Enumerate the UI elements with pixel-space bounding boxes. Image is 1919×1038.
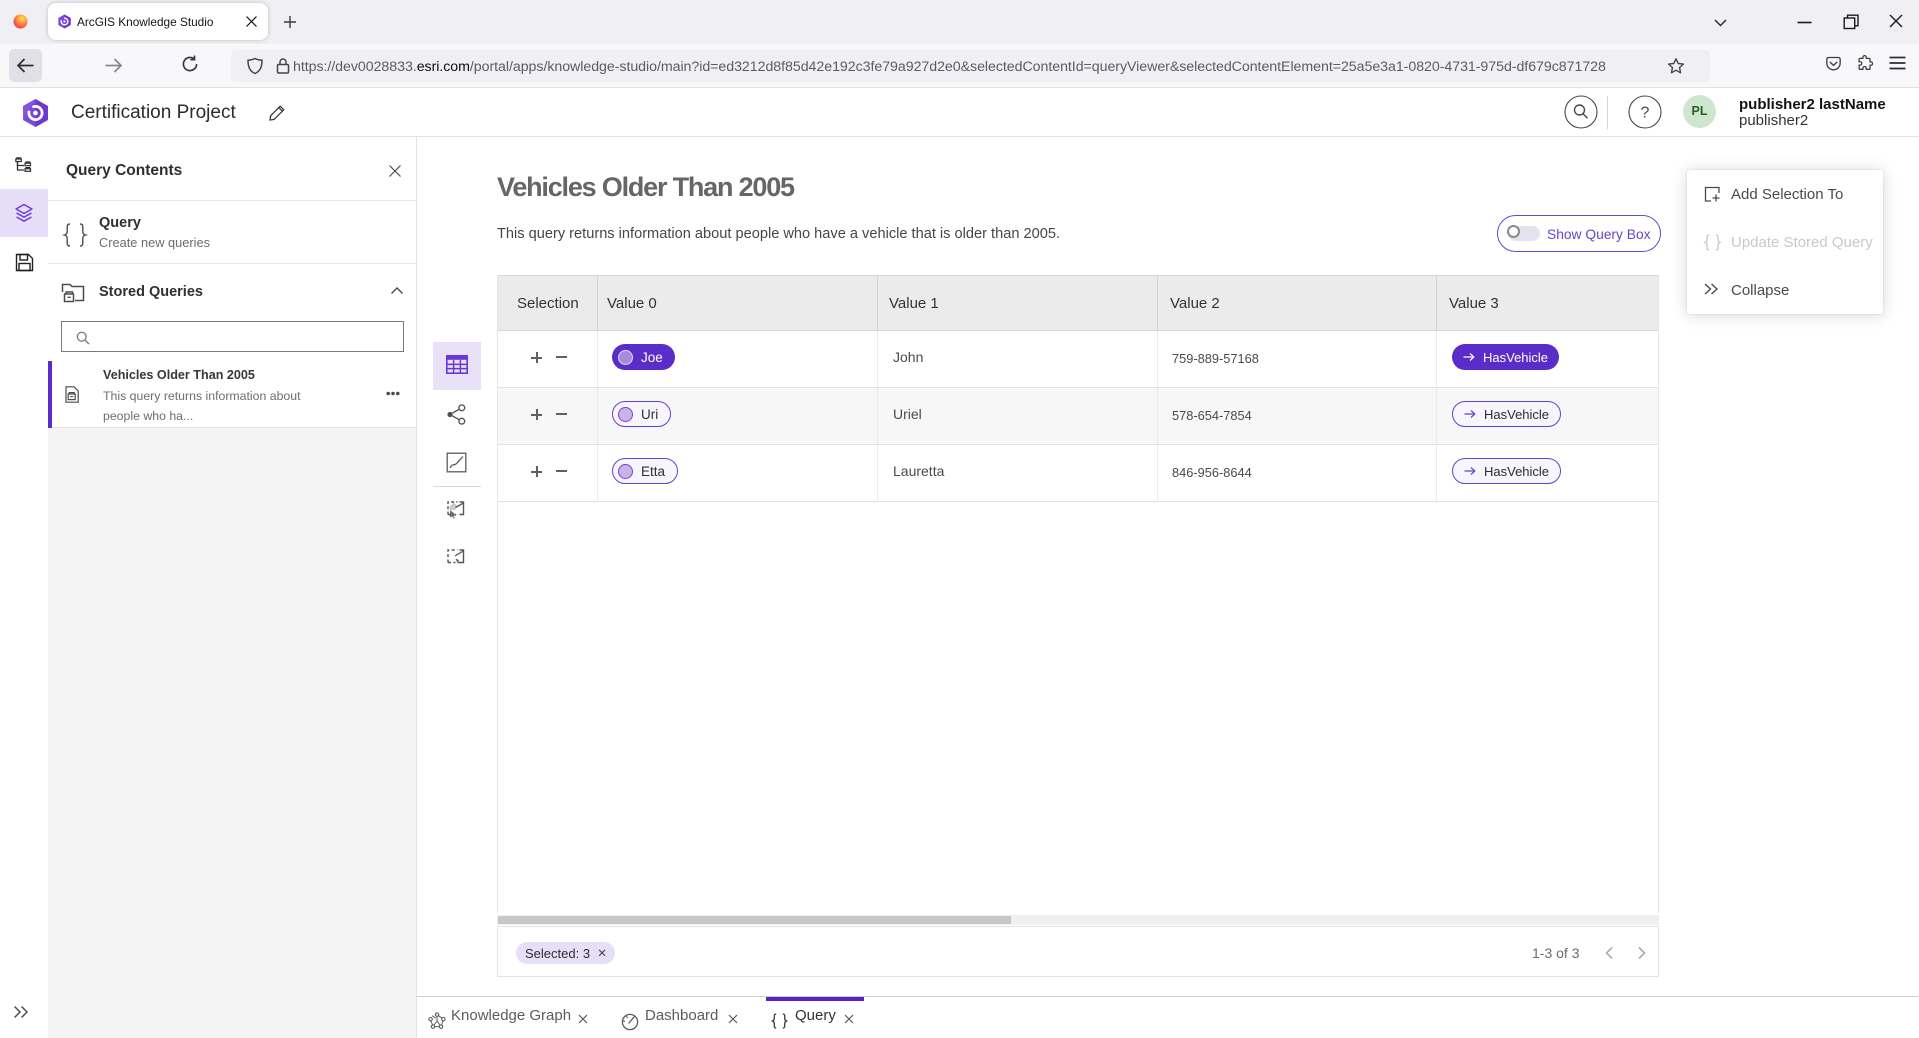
svg-text:?: ? xyxy=(1641,105,1650,122)
